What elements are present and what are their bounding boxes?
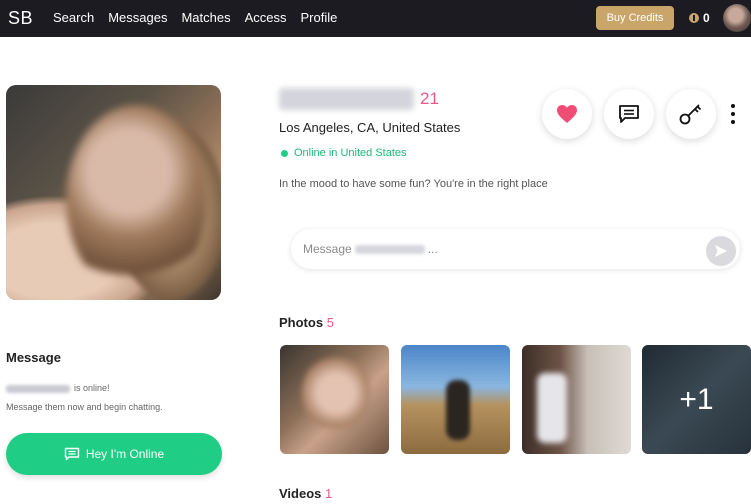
buy-credits-button[interactable]: Buy Credits (596, 6, 674, 30)
videos-count: 1 (325, 486, 333, 501)
like-button[interactable] (542, 89, 592, 139)
profile-location: Los Angeles, CA, United States (279, 120, 461, 135)
blurred-username (354, 244, 425, 254)
send-icon (715, 245, 727, 257)
nav-messages[interactable]: Messages (108, 10, 167, 26)
nav-matches[interactable]: Matches (181, 10, 230, 26)
coin-icon (689, 13, 699, 23)
credits-balance[interactable]: 0 (689, 11, 710, 25)
chat-button[interactable] (604, 89, 654, 139)
more-photos-count: +1 (642, 345, 751, 454)
more-options-icon[interactable] (730, 104, 736, 124)
nav-search[interactable]: Search (53, 10, 94, 26)
photo-thumbnail[interactable] (401, 345, 510, 454)
hey-im-online-button[interactable]: Hey I'm Online (6, 433, 222, 475)
photo-thumbnail-more[interactable]: +1 (642, 345, 751, 454)
top-navbar: SB Search Messages Matches Access Profil… (0, 0, 751, 37)
send-button[interactable] (706, 236, 736, 266)
profile-tagline: In the mood to have some fun? You're in … (279, 178, 548, 190)
profile-header: 21 (279, 88, 439, 110)
message-panel-online-text: is online! (6, 383, 110, 393)
private-access-button[interactable] (666, 89, 716, 139)
credits-count: 0 (703, 11, 710, 25)
user-avatar[interactable] (723, 4, 751, 32)
key-icon (679, 104, 702, 125)
chat-icon (64, 447, 80, 461)
profile-age: 21 (420, 89, 439, 108)
hey-im-online-label: Hey I'm Online (85, 447, 165, 461)
photos-count: 5 (326, 315, 334, 330)
profile-main-photo[interactable] (6, 85, 221, 300)
online-dot-icon (281, 149, 288, 157)
message-panel-subtext: Message them now and begin chatting. (6, 402, 163, 412)
message-icon (619, 105, 639, 123)
message-input[interactable]: Message ... (291, 229, 740, 269)
message-panel-title: Message (6, 350, 61, 365)
nav-access[interactable]: Access (245, 10, 287, 26)
main-nav: Search Messages Matches Access Profile (53, 10, 351, 26)
photos-section-title: Photos 5 (279, 315, 334, 330)
videos-section-title: Videos 1 (279, 486, 333, 501)
online-status: Online in United States (281, 147, 407, 159)
nav-profile[interactable]: Profile (301, 10, 338, 26)
site-logo[interactable]: SB (8, 8, 33, 29)
blurred-username (6, 384, 70, 393)
blurred-username (279, 88, 414, 110)
heart-icon (557, 105, 577, 123)
photo-thumbnail[interactable] (280, 345, 389, 454)
photo-thumbnail[interactable] (522, 345, 631, 454)
